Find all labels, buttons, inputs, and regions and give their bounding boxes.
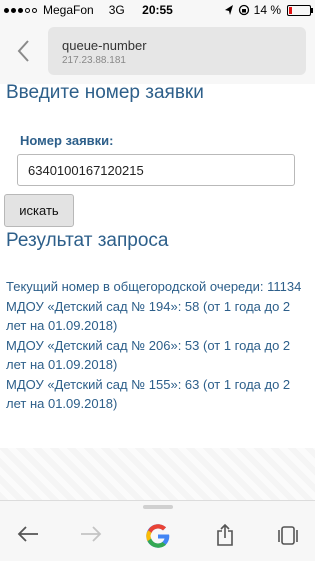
application-number-label: Номер заявки:	[20, 133, 114, 148]
battery-icon	[287, 4, 313, 16]
tabs-icon[interactable]	[277, 525, 299, 547]
result-heading: Результат запроса	[6, 230, 169, 251]
chevron-left-icon	[17, 40, 29, 62]
application-number-input[interactable]	[17, 154, 295, 186]
result-line-queue: Текущий номер в общегородской очереди: 1…	[6, 279, 302, 294]
web-page: Введите номер заявки Номер заявки: искат…	[0, 84, 315, 500]
back-button[interactable]	[8, 34, 38, 68]
arrow-right-icon[interactable]	[80, 525, 102, 543]
page-title: queue-number	[62, 38, 147, 53]
result-line-kindergarten-194: МДОУ «Детский сад № 194»: 58 (от 1 года …	[6, 298, 291, 334]
share-icon[interactable]	[215, 523, 235, 547]
rotation-lock-icon	[238, 4, 249, 16]
battery-percent: 14 %	[253, 3, 281, 17]
battery-level-fill	[289, 6, 292, 14]
page-background-pattern	[0, 448, 315, 500]
page-address: 217.23.88.181	[62, 55, 126, 66]
address-bar[interactable]: queue-number 217.23.88.181	[48, 27, 306, 75]
form-heading: Введите номер заявки	[6, 84, 204, 103]
browser-header: queue-number 217.23.88.181	[0, 20, 315, 84]
status-right: 14 %	[224, 3, 313, 17]
result-line-kindergarten-155: МДОУ «Детский сад № 155»: 63 (от 1 года …	[6, 376, 291, 412]
arrow-left-icon[interactable]	[17, 525, 39, 543]
location-arrow-icon	[224, 5, 233, 15]
toolbar-handle	[142, 505, 173, 509]
google-icon[interactable]	[143, 521, 173, 551]
browser-toolbar	[0, 500, 315, 561]
result-text: Текущий номер в общегородской очереди: 1…	[6, 277, 306, 414]
result-line-kindergarten-206: МДОУ «Детский сад № 206»: 53 (от 1 года …	[6, 337, 291, 373]
search-button[interactable]: искать	[4, 194, 74, 227]
status-bar: MegaFon 3G 20:55 14 %	[0, 0, 315, 20]
